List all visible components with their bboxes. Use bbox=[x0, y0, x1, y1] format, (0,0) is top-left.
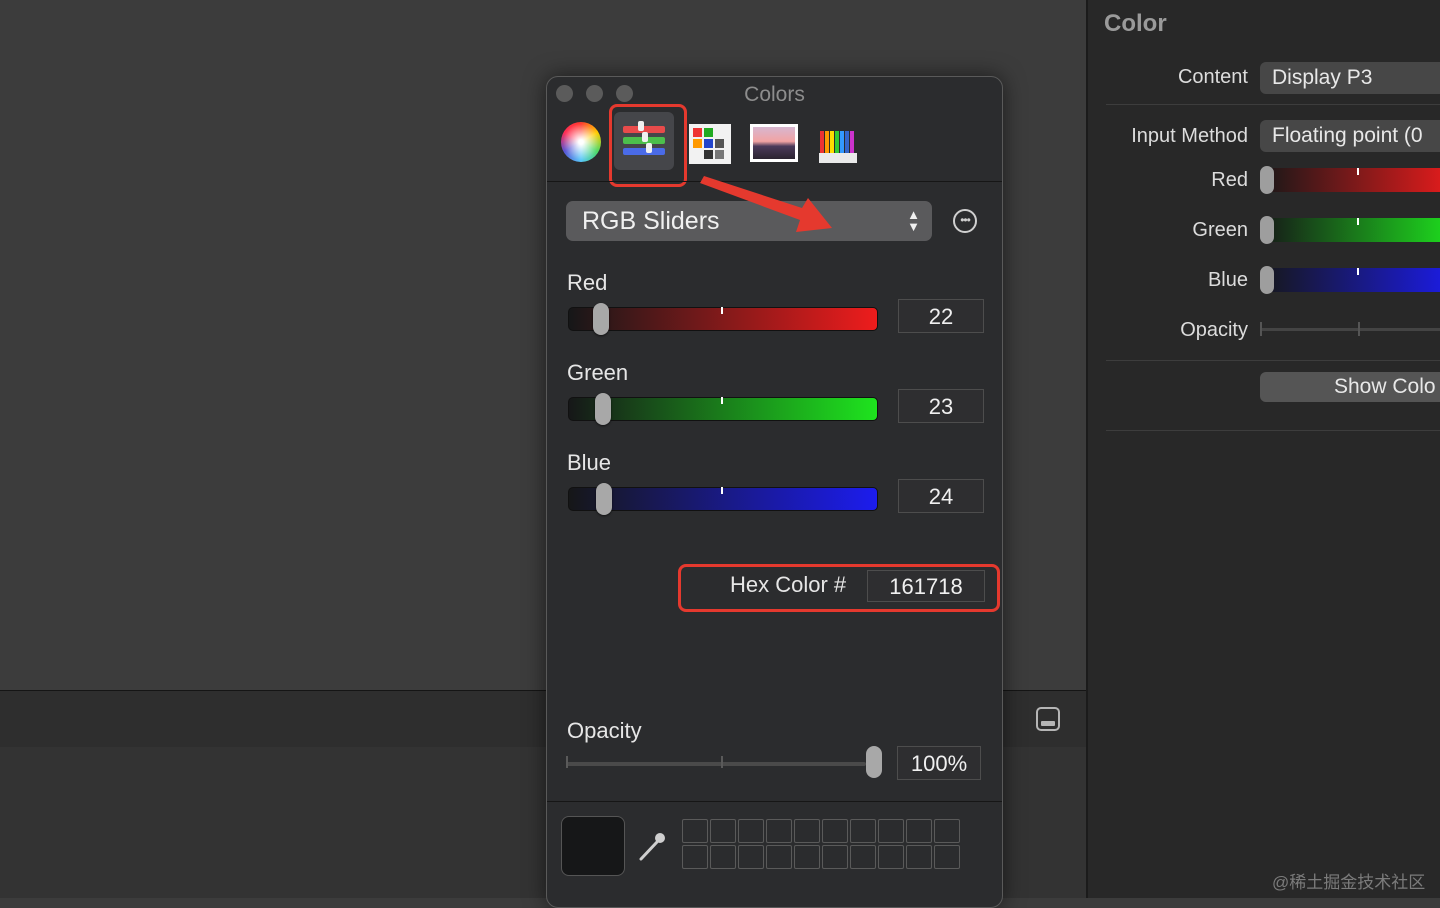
content-label: Content bbox=[1177, 66, 1248, 88]
swatch-slot[interactable] bbox=[682, 845, 708, 869]
green-slider[interactable] bbox=[568, 397, 878, 421]
popup-arrows-icon: ▲ ▼ bbox=[907, 207, 920, 234]
swatch-slot[interactable] bbox=[934, 845, 960, 869]
red-label: Red bbox=[567, 270, 608, 295]
swatch-slot[interactable] bbox=[906, 845, 932, 869]
toggle-console-icon[interactable] bbox=[1036, 707, 1060, 731]
content-popup[interactable]: Display P3 bbox=[1260, 62, 1440, 94]
green-slider-knob[interactable] bbox=[595, 393, 611, 425]
swatch-slot[interactable] bbox=[822, 845, 848, 869]
divider bbox=[1106, 104, 1440, 105]
swatch-slot[interactable] bbox=[766, 819, 792, 843]
opacity-slider[interactable] bbox=[566, 762, 866, 766]
swatch-slot[interactable] bbox=[738, 819, 764, 843]
green-label: Green bbox=[567, 360, 629, 385]
red-slider-tick bbox=[721, 307, 723, 314]
green-slider-tick bbox=[1357, 218, 1359, 225]
more-options-icon[interactable]: ••• bbox=[953, 209, 977, 233]
slider-mode-value: RGB Sliders bbox=[582, 207, 720, 235]
swatch-slot[interactable] bbox=[794, 845, 820, 869]
green-slider-knob[interactable] bbox=[1260, 216, 1274, 244]
red-value-field[interactable]: 22 bbox=[898, 299, 984, 333]
input-method-label: Input Method bbox=[1131, 125, 1248, 147]
swatch-slot[interactable] bbox=[682, 819, 708, 843]
attributes-inspector: Color Content Display P3 Input Method Fl… bbox=[1086, 0, 1440, 898]
custom-swatches bbox=[682, 819, 960, 869]
red-slider-tick bbox=[1357, 168, 1359, 175]
red-slider[interactable] bbox=[568, 307, 878, 331]
opacity-slider-knob[interactable] bbox=[866, 746, 882, 778]
current-color-well[interactable] bbox=[561, 816, 625, 876]
blue-label: Blue bbox=[567, 450, 612, 475]
red-label: Red bbox=[1211, 169, 1248, 191]
green-slider[interactable] bbox=[1260, 218, 1440, 242]
swatch-slot[interactable] bbox=[850, 845, 876, 869]
opacity-label: Opacity bbox=[567, 718, 642, 743]
opacity-value-field[interactable]: 100% bbox=[897, 746, 981, 780]
pencils-icon[interactable] bbox=[819, 123, 857, 163]
opacity-slider-tick bbox=[1358, 322, 1360, 336]
red-slider-knob[interactable] bbox=[1260, 166, 1274, 194]
hex-highlight bbox=[678, 564, 1000, 612]
divider bbox=[1106, 360, 1440, 361]
blue-slider-tick bbox=[721, 487, 723, 494]
opacity-slider-tick bbox=[566, 756, 568, 768]
blue-slider-knob[interactable] bbox=[1260, 266, 1274, 294]
eyedropper-icon[interactable] bbox=[635, 829, 669, 863]
blue-slider[interactable] bbox=[1260, 268, 1440, 292]
swatch-slot[interactable] bbox=[710, 819, 736, 843]
blue-slider[interactable] bbox=[568, 487, 878, 511]
green-value-field[interactable]: 23 bbox=[898, 389, 984, 423]
show-colors-button[interactable]: Show Colo bbox=[1260, 372, 1440, 402]
swatch-slot[interactable] bbox=[878, 819, 904, 843]
color-palettes-icon[interactable] bbox=[689, 124, 731, 164]
swatch-divider bbox=[547, 801, 1002, 802]
blue-slider-knob[interactable] bbox=[596, 483, 612, 515]
watermark: @稀土掘金技术社区 bbox=[1272, 873, 1426, 892]
blue-label: Blue bbox=[1207, 269, 1248, 291]
swatch-slot[interactable] bbox=[906, 819, 932, 843]
opacity-label: Opacity bbox=[1180, 319, 1248, 341]
red-slider[interactable] bbox=[1260, 168, 1440, 192]
sliders-tab-highlight bbox=[609, 104, 687, 187]
swatch-slot[interactable] bbox=[738, 845, 764, 869]
swatch-slot[interactable] bbox=[794, 819, 820, 843]
inspector-section-title: Color bbox=[1104, 10, 1167, 37]
annotation-arrow-icon bbox=[700, 176, 832, 232]
blue-slider-tick bbox=[1357, 268, 1359, 275]
divider bbox=[1106, 430, 1440, 431]
green-label: Green bbox=[1192, 219, 1248, 241]
blue-value-field[interactable]: 24 bbox=[898, 479, 984, 513]
swatch-slot[interactable] bbox=[878, 845, 904, 869]
image-palettes-icon[interactable] bbox=[750, 124, 798, 162]
green-slider-tick bbox=[721, 397, 723, 404]
red-slider-knob[interactable] bbox=[593, 303, 609, 335]
opacity-slider[interactable] bbox=[1260, 328, 1440, 331]
opacity-slider-tick bbox=[1260, 322, 1262, 336]
color-wheel-icon[interactable] bbox=[561, 122, 601, 162]
opacity-slider-tick bbox=[721, 756, 723, 768]
swatch-slot[interactable] bbox=[850, 819, 876, 843]
swatch-slot[interactable] bbox=[710, 845, 736, 869]
swatch-slot[interactable] bbox=[822, 819, 848, 843]
swatch-slot[interactable] bbox=[934, 819, 960, 843]
input-method-popup[interactable]: Floating point (0 bbox=[1260, 120, 1440, 152]
swatch-slot[interactable] bbox=[766, 845, 792, 869]
